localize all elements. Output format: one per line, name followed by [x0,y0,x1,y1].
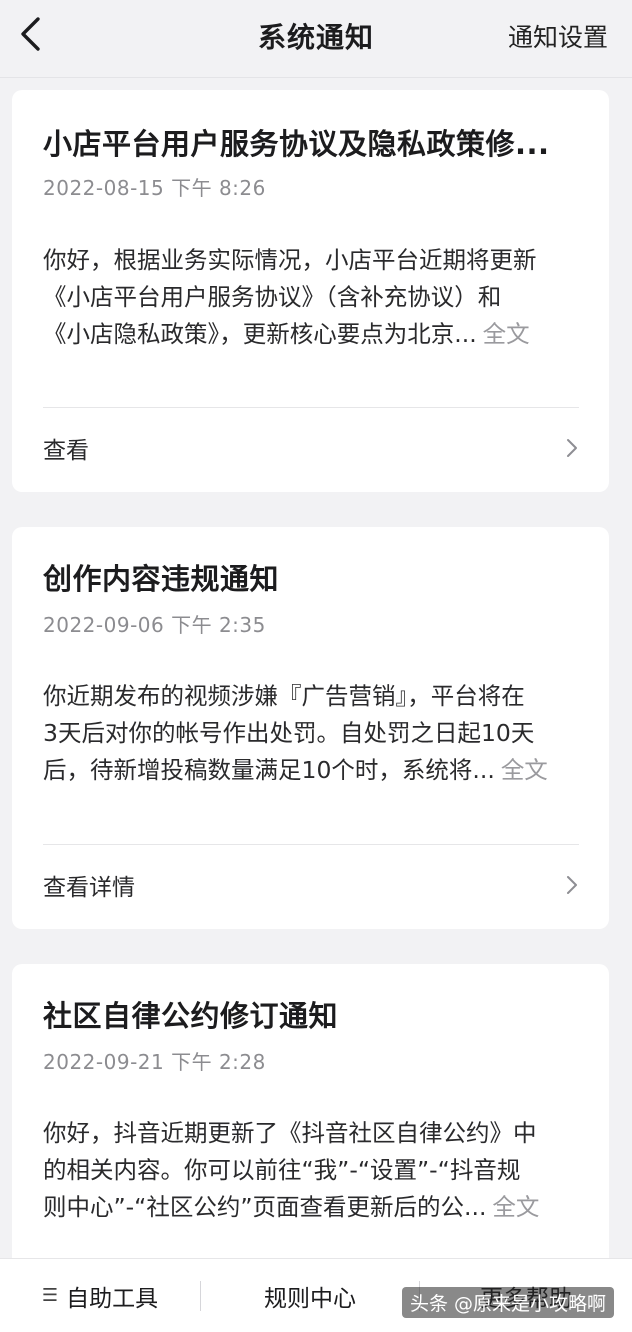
bottom-help-bar: ☰ 自助工具 规则中心 更多帮助 头条 @原来是小攻略啊 [0,1258,632,1332]
system-notifications-screen: 系统通知 通知设置 小店平台用户服务协议及隐私政策修... 2022-08-15… [0,0,632,1332]
chevron-right-icon [567,439,577,457]
notification-time: 2022-09-21 下午 2:28 [43,1050,266,1074]
notification-body-line: 后，待新增投稿数量满足10个时，系统将... 全文 [43,752,579,789]
watermark: 头条 @原来是小攻略啊 [401,1287,614,1318]
notification-settings-button[interactable]: 通知设置 [508,18,608,54]
top-nav-bar: 系统通知 通知设置 [0,0,632,78]
view-details-label: 查看详情 [43,875,135,901]
notification-title: 社区自律公约修订通知 [43,999,339,1033]
notification-body: 你近期发布的视频涉嫌『广告营销』，平台将在 3天后对你的帐号作出处罚。自处罚之日… [43,678,579,789]
notification-time: 2022-08-15 下午 8:26 [43,176,266,200]
read-full-link[interactable]: 全文 [501,756,548,784]
notification-body-line: 则中心”-“社区公约”页面查看更新后的公... 全文 [43,1189,579,1226]
notification-body-line: 3天后对你的帐号作出处罚。自处罚之日起10天 [43,719,535,747]
rules-center-label: 规则中心 [264,1285,356,1312]
notification-body: 你好，根据业务实际情况，小店平台近期将更新 《小店平台用户服务协议》（含补充协议… [43,242,579,353]
read-full-link[interactable]: 全文 [483,320,530,348]
view-details-action-row[interactable]: 查看详情 [43,863,579,907]
notification-body-line: 《小店平台用户服务协议》（含补充协议）和 [43,283,502,311]
self-help-tools-button[interactable]: ☰ 自助工具 [0,1259,200,1332]
notification-body-line: 你好，抖音近期更新了《抖音社区自律公约》中 [43,1119,537,1147]
rules-center-button[interactable]: 规则中心 [201,1259,419,1332]
notification-card: 小店平台用户服务协议及隐私政策修... 2022-08-15 下午 8:26 你… [12,90,609,492]
notification-body-text: 《小店隐私政策》，更新核心要点为北京... [43,320,477,348]
notification-body-line: 你好，根据业务实际情况，小店平台近期将更新 [43,246,537,274]
notification-body-line: 你近期发布的视频涉嫌『广告营销』，平台将在 [43,682,525,710]
notification-time: 2022-09-06 下午 2:35 [43,613,266,637]
menu-icon: ☰ [41,1285,59,1306]
notification-body-line: 《小店隐私政策》，更新核心要点为北京... 全文 [43,316,579,353]
notification-body-line: 的相关内容。你可以前往“我”-“设置”-“抖音规 [43,1156,521,1184]
read-full-link[interactable]: 全文 [492,1193,539,1221]
notification-card: 创作内容违规通知 2022-09-06 下午 2:35 你近期发布的视频涉嫌『广… [12,527,609,929]
notification-title: 小店平台用户服务协议及隐私政策修... [43,127,550,161]
notification-title: 创作内容违规通知 [43,562,280,596]
notification-body-text: 后，待新增投稿数量满足10个时，系统将... [43,756,495,784]
notification-card: 社区自律公约修订通知 2022-09-21 下午 2:28 你好，抖音近期更新了… [12,964,609,1284]
view-action-row[interactable]: 查看 [43,426,579,470]
chevron-right-icon [567,876,577,894]
card-divider [43,407,579,408]
self-help-tools-label: 自助工具 [66,1285,159,1312]
view-action-label: 查看 [43,438,89,464]
notification-body-text: 则中心”-“社区公约”页面查看更新后的公... [43,1193,487,1221]
card-divider [43,844,579,845]
notification-body: 你好，抖音近期更新了《抖音社区自律公约》中 的相关内容。你可以前往“我”-“设置… [43,1115,579,1226]
